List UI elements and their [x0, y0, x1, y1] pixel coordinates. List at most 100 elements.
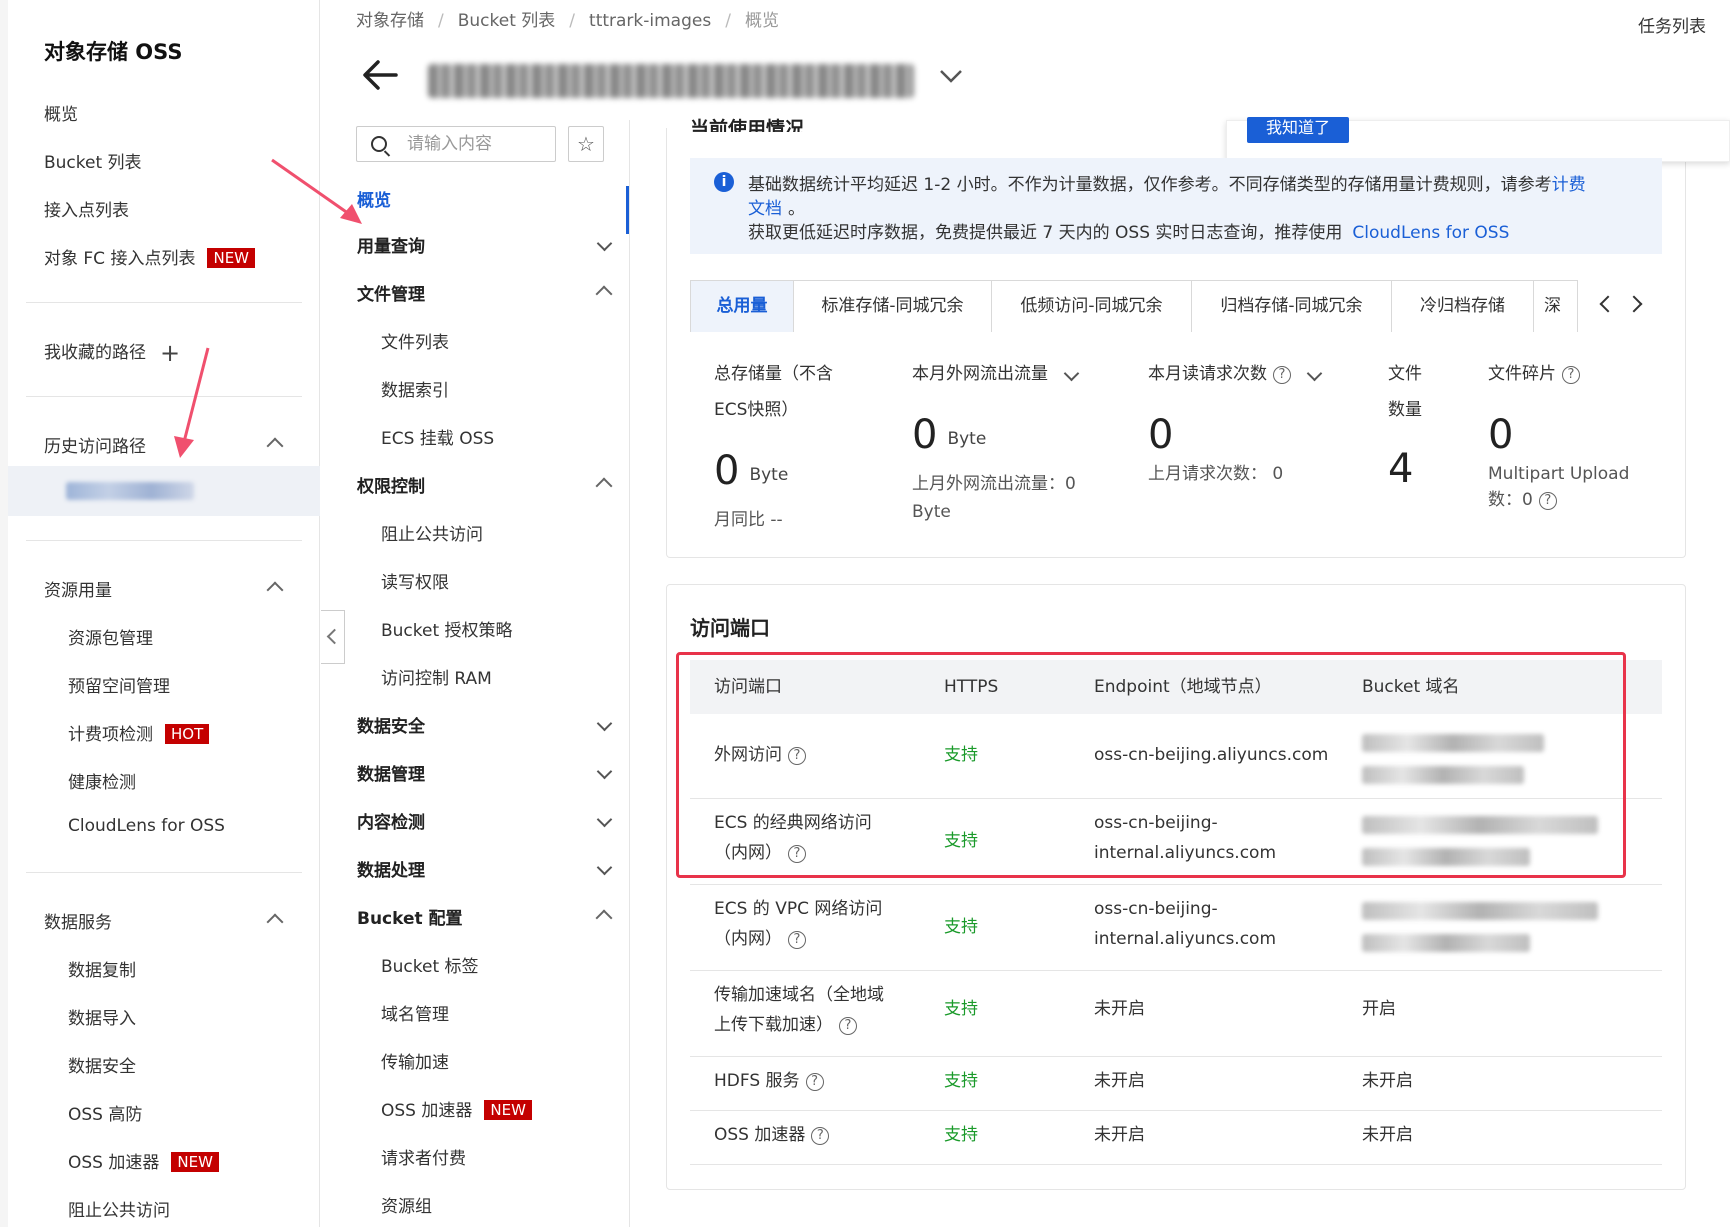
got-it-button[interactable]: 我知道了: [1247, 117, 1349, 143]
help-icon[interactable]: ?: [839, 1017, 857, 1035]
subnav-item-bucket-tags[interactable]: Bucket 标签: [381, 952, 479, 977]
help-icon[interactable]: ?: [805, 1073, 824, 1091]
help-icon[interactable]: ?: [788, 931, 806, 949]
subnav-item-data-index[interactable]: 数据索引: [381, 376, 449, 401]
info-icon: i: [714, 172, 734, 192]
help-icon[interactable]: ?: [811, 1127, 830, 1145]
sidebar-item-block-public[interactable]: 阻止公共访问: [68, 1196, 170, 1221]
sidebar-item-resource-pack[interactable]: 资源包管理: [68, 624, 153, 649]
sidebar-item-data-security[interactable]: 数据安全: [68, 1052, 136, 1077]
chevron-down-icon[interactable]: [938, 66, 964, 86]
tab-deep-archive[interactable]: 深: [1534, 280, 1578, 332]
breadcrumb-item[interactable]: tttrark-images: [589, 11, 711, 31]
task-list-button[interactable]: 任务列表: [1638, 12, 1706, 37]
annotation-arrow-icon: [271, 158, 362, 224]
help-icon[interactable]: ?: [1538, 492, 1557, 510]
chevron-down-icon[interactable]: [1309, 356, 1323, 392]
sidebar-item-bucket-list[interactable]: Bucket 列表: [44, 148, 142, 173]
blurred-bucket-domain: [1362, 934, 1530, 952]
sidebar-item-health-check[interactable]: 健康检测: [68, 768, 136, 793]
subnav-group-file-mgmt[interactable]: 文件管理: [357, 280, 425, 305]
sidebar-item-billing-check[interactable]: 计费项检测 HOT: [68, 720, 210, 745]
chevron-up-icon[interactable]: [594, 282, 614, 302]
subnav-group-content-check[interactable]: 内容检测: [357, 808, 425, 833]
subnav-item-bucket-policy[interactable]: Bucket 授权策略: [381, 616, 513, 641]
search-input[interactable]: [407, 133, 547, 155]
blurred-bucket-name[interactable]: [428, 64, 914, 98]
help-icon[interactable]: ?: [1562, 366, 1580, 384]
new-badge: NEW: [484, 1100, 532, 1120]
chevron-up-icon[interactable]: [594, 906, 614, 926]
endpoint-name: 上传下载加速）?: [714, 1010, 857, 1040]
sidebar-item-overview[interactable]: 概览: [44, 100, 78, 125]
sidebar-item-data-replication[interactable]: 数据复制: [68, 956, 136, 981]
https-support: 支持: [944, 1071, 978, 1091]
subnav-group-bucket-config[interactable]: Bucket 配置: [357, 904, 463, 929]
sidebar-item-fc-access-points[interactable]: 对象 FC 接入点列表 NEW: [44, 244, 255, 269]
subnav-group-data-security[interactable]: 数据安全: [357, 712, 425, 737]
chevron-up-icon[interactable]: [264, 578, 286, 600]
endpoint-value[interactable]: internal.aliyuncs.com: [1094, 924, 1276, 954]
subnav-item-ecs-mount[interactable]: ECS 挂载 OSS: [381, 424, 494, 449]
breadcrumb-item[interactable]: 对象存储: [356, 11, 424, 31]
back-arrow-icon[interactable]: [360, 58, 400, 92]
subnav-group-usage-query[interactable]: 用量查询: [357, 232, 425, 257]
tab-archive[interactable]: 归档存储-同城冗余: [1192, 280, 1392, 332]
chevron-down-icon[interactable]: [594, 714, 614, 734]
endpoint-value[interactable]: oss-cn-beijing-: [1094, 894, 1218, 924]
cloudlens-link[interactable]: CloudLens for OSS: [1352, 223, 1509, 243]
tab-total[interactable]: 总用量: [690, 280, 794, 332]
https-support: 支持: [944, 1125, 978, 1145]
breadcrumb-separator: /: [725, 11, 731, 31]
tab-cold-archive[interactable]: 冷归档存储: [1392, 280, 1534, 332]
subnav-item-block-public[interactable]: 阻止公共访问: [381, 520, 483, 545]
chevron-up-icon[interactable]: [264, 910, 286, 932]
subnav-group-data-mgmt[interactable]: 数据管理: [357, 760, 425, 785]
chevron-down-icon[interactable]: [1066, 356, 1080, 392]
subnav-item-oss-accelerator[interactable]: OSS 加速器 NEW: [381, 1096, 532, 1121]
chevron-down-icon[interactable]: [594, 762, 614, 782]
sidebar-data-service-label[interactable]: 数据服务: [44, 908, 112, 933]
requests-label[interactable]: 本月读请求次数?: [1148, 356, 1323, 392]
row-divider: [690, 1164, 1662, 1165]
chevron-up-icon[interactable]: [594, 474, 614, 494]
sidebar-favorites[interactable]: 我收藏的路径 +: [44, 338, 180, 367]
search-box[interactable]: [356, 126, 556, 162]
star-icon[interactable]: ☆: [568, 126, 604, 162]
subnav-item-file-list[interactable]: 文件列表: [381, 328, 449, 353]
sidebar-resource-label[interactable]: 资源用量: [44, 576, 112, 601]
endpoint-name-text: HDFS 服务: [714, 1071, 800, 1091]
collapse-nav-button[interactable]: [321, 610, 345, 664]
tab-next-icon[interactable]: [1626, 292, 1650, 316]
subnav-item-acl[interactable]: 读写权限: [381, 568, 449, 593]
subnav-group-permission[interactable]: 权限控制: [357, 472, 425, 497]
chevron-down-icon[interactable]: [594, 810, 614, 830]
sidebar-item-data-import[interactable]: 数据导入: [68, 1004, 136, 1029]
sidebar-item-access-points[interactable]: 接入点列表: [44, 196, 129, 221]
chevron-up-icon[interactable]: [264, 434, 286, 456]
billing-doc-link[interactable]: 计费: [1552, 175, 1586, 195]
subnav-item-transfer-accel[interactable]: 传输加速: [381, 1048, 449, 1073]
chevron-down-icon[interactable]: [594, 234, 614, 254]
sidebar-divider: [26, 302, 302, 303]
sidebar-history-label[interactable]: 历史访问路径: [44, 432, 146, 457]
tab-prev-icon[interactable]: [1594, 292, 1618, 316]
breadcrumb-item[interactable]: Bucket 列表: [458, 11, 556, 31]
tab-infrequent[interactable]: 低频访问-同城冗余: [992, 280, 1192, 332]
subnav-item-ram[interactable]: 访问控制 RAM: [381, 664, 492, 689]
sidebar-item-oss-accelerator[interactable]: OSS 加速器 NEW: [68, 1148, 219, 1173]
help-icon[interactable]: ?: [1273, 366, 1291, 384]
outbound-label[interactable]: 本月外网流出流量: [912, 356, 1080, 392]
storage-value: 0 Byte: [714, 448, 788, 494]
subnav-item-requester-pays[interactable]: 请求者付费: [381, 1144, 466, 1169]
subnav-group-data-process[interactable]: 数据处理: [357, 856, 425, 881]
chevron-down-icon[interactable]: [594, 858, 614, 878]
subnav-item-resource-group[interactable]: 资源组: [381, 1192, 432, 1217]
tab-standard[interactable]: 标准存储-同城冗余: [794, 280, 992, 332]
sidebar-item-reserved-space[interactable]: 预留空间管理: [68, 672, 170, 697]
billing-doc-link[interactable]: 文档: [748, 199, 782, 219]
sidebar-item-cloudlens[interactable]: CloudLens for OSS: [68, 816, 225, 836]
subnav-item-domain-mgmt[interactable]: 域名管理: [381, 1000, 449, 1025]
enable-transfer-accel-link[interactable]: 开启: [1362, 994, 1396, 1024]
sidebar-item-oss-ddos[interactable]: OSS 高防: [68, 1100, 142, 1125]
